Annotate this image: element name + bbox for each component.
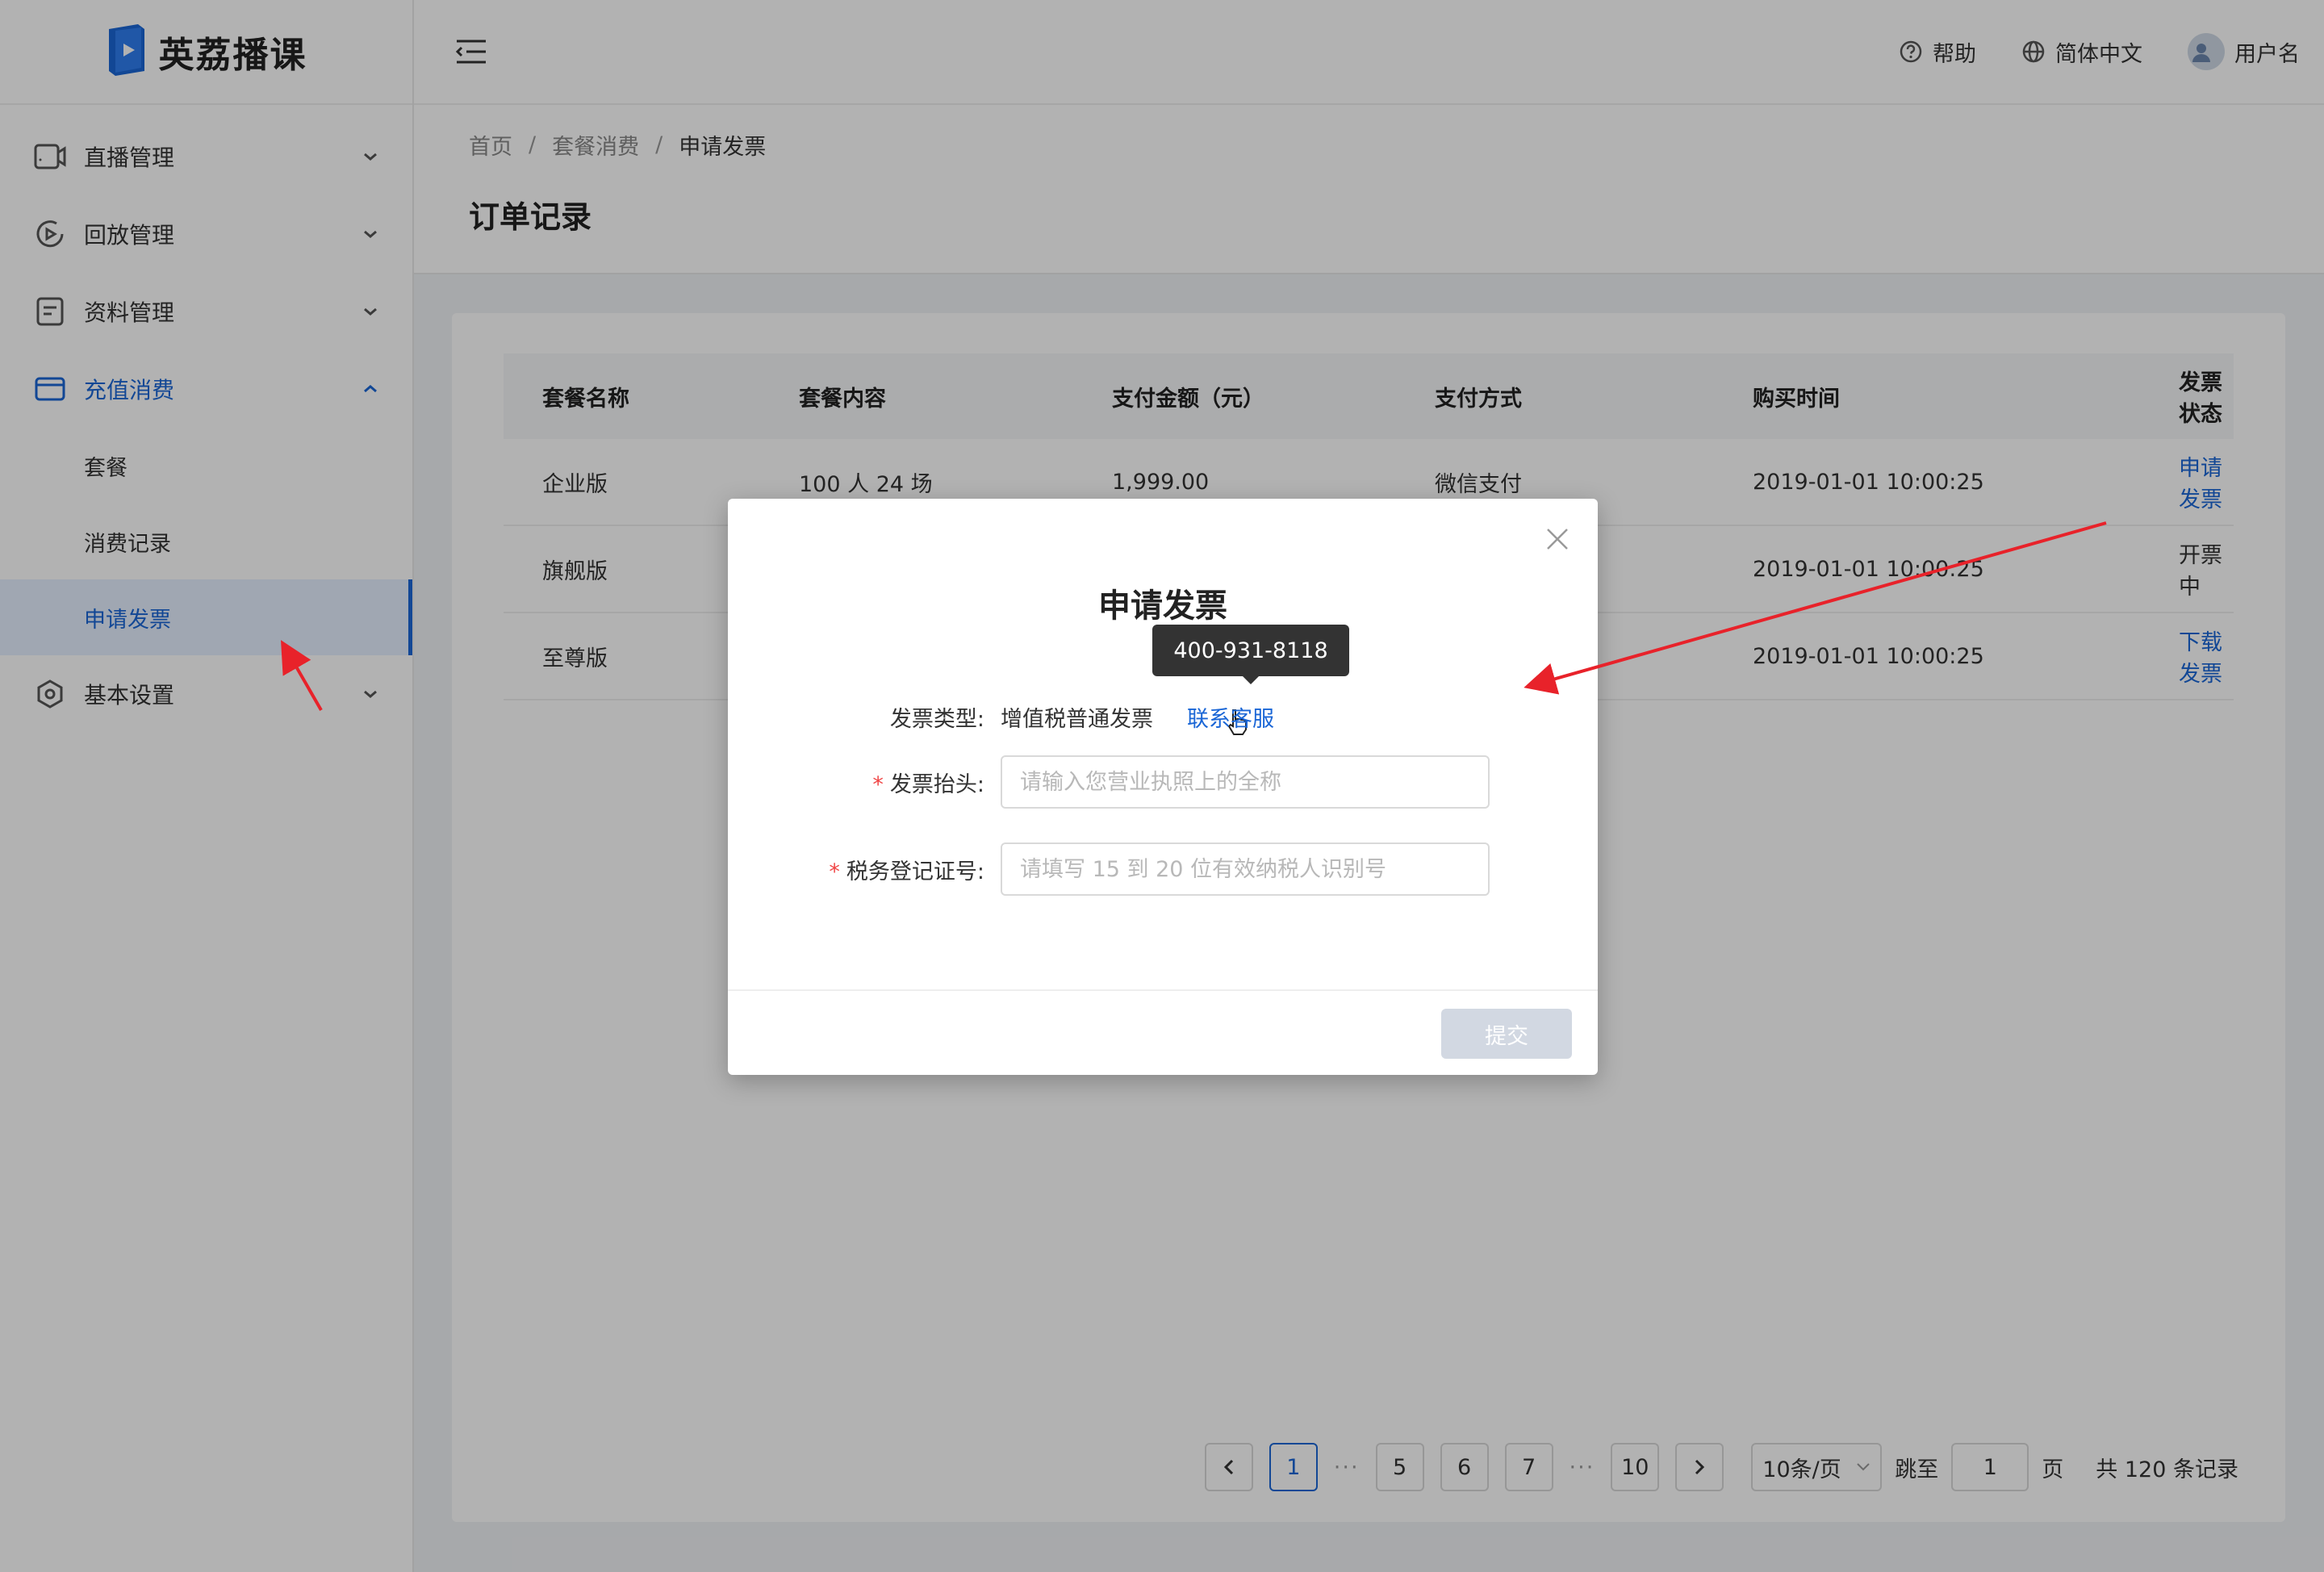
modal-footer-divider: [728, 989, 1598, 991]
required-mark: *: [829, 859, 840, 884]
invoice-title-row: * 发票抬头:: [728, 755, 1490, 809]
invoice-type-label: 发票类型:: [889, 707, 984, 732]
invoice-type-value: 增值税普通发票: [1001, 707, 1153, 732]
phone-tooltip: 400-931-8118: [1152, 625, 1349, 684]
invoice-modal: 申请发票 400-931-8118 发票类型: 增值税普通发票 联系客服 * 发票…: [728, 499, 1598, 1075]
required-mark: *: [872, 771, 884, 797]
invoice-title-input[interactable]: [1001, 755, 1490, 809]
tax-number-label: * 税务登记证号:: [829, 859, 984, 884]
tax-number-input[interactable]: [1001, 842, 1490, 896]
submit-button[interactable]: 提交: [1441, 1009, 1572, 1059]
invoice-type-row: 发票类型: 增值税普通发票 联系客服: [728, 692, 1274, 742]
modal-title: 申请发票: [1098, 587, 1227, 625]
invoice-title-label: * 发票抬头:: [872, 771, 984, 797]
tax-number-row: * 税务登记证号:: [728, 842, 1490, 896]
close-icon[interactable]: [1541, 523, 1574, 555]
contact-service-link[interactable]: 联系客服: [1187, 701, 1274, 733]
